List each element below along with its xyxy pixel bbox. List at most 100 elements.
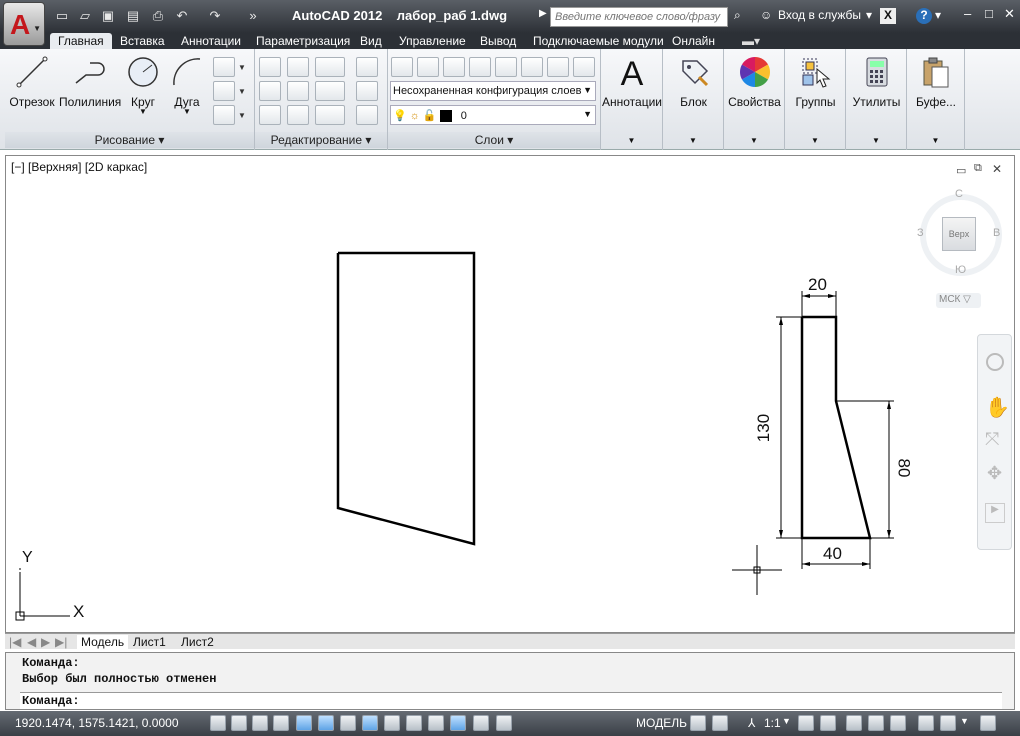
circle-button[interactable]: Круг ▼ (123, 55, 163, 116)
drawing-viewport[interactable]: [−] [Верхняя] [2D каркас] ▭ ⧉ ✕ 20 130 4… (5, 155, 1015, 633)
osnap-icon[interactable] (318, 715, 334, 731)
quick-view-layouts-icon[interactable] (690, 715, 706, 731)
steering-wheel-icon[interactable] (986, 353, 1004, 371)
tab-manage[interactable]: Управление (399, 33, 466, 49)
orbit-icon[interactable]: ✥ (987, 463, 1002, 484)
next-tab-icon[interactable]: ▶ (41, 635, 50, 649)
isolate-objects-icon[interactable] (918, 715, 934, 731)
tab-output[interactable]: Вывод (480, 33, 516, 49)
workspace-gear-icon[interactable] (846, 715, 862, 731)
minimize-icon[interactable]: – (964, 6, 971, 21)
command-input[interactable]: Команда: (20, 692, 1002, 709)
copy-icon[interactable] (259, 81, 281, 101)
model-space-toggle[interactable]: МОДЕЛЬ (636, 716, 687, 730)
stretch-icon[interactable] (259, 105, 281, 125)
layer-off-icon[interactable] (443, 57, 465, 77)
undo-icon[interactable]: ↶ (174, 8, 190, 24)
offset-icon[interactable] (356, 105, 378, 125)
viewcube-west[interactable]: З (917, 227, 924, 239)
hatch-icon[interactable] (213, 81, 235, 101)
chevron-down-icon[interactable]: ▼ (238, 87, 246, 96)
utilities-button[interactable]: Утилиты (846, 55, 907, 109)
tab-insert[interactable]: Вставка (120, 33, 165, 49)
tab-view[interactable]: Вид (360, 33, 382, 49)
dyn-icon[interactable] (406, 715, 422, 731)
chevron-down-icon[interactable]: ▼ (907, 136, 964, 145)
region-icon[interactable] (213, 105, 235, 125)
modify-panel-title[interactable]: Редактирование ▾ (255, 132, 387, 148)
chevron-down-icon[interactable]: ▼ (724, 136, 784, 145)
lightbulb-icon[interactable] (940, 715, 956, 731)
infer-constraints-icon[interactable] (210, 715, 226, 731)
draw-panel-title[interactable]: Рисование ▾ (5, 132, 254, 148)
clipboard-button[interactable]: Буфе... (907, 55, 965, 109)
layers-panel-title[interactable]: Слои ▾ (388, 132, 600, 148)
polyline-button[interactable]: Полилиния (59, 55, 121, 109)
chevron-down-icon[interactable]: ▼ (663, 136, 723, 145)
login-link[interactable]: Вход в службы (778, 8, 861, 22)
chevron-down-icon[interactable]: ▼ (123, 107, 163, 116)
chevron-down-icon[interactable]: ▼ (785, 136, 845, 145)
trim-icon[interactable] (315, 57, 345, 77)
arc-button[interactable]: Дуга ▼ (167, 55, 207, 116)
ribbon-minimize-icon[interactable]: ▬▾ (742, 33, 760, 49)
more-quick-access-icon[interactable]: » (245, 8, 261, 24)
lineweight-icon[interactable] (428, 715, 444, 731)
login-dropdown-icon[interactable]: ▾ (866, 8, 872, 22)
save-as-icon[interactable]: ▤ (125, 8, 141, 24)
tab-annotate[interactable]: Аннотации (181, 33, 241, 49)
search-input[interactable] (550, 7, 728, 27)
array-icon[interactable] (315, 105, 345, 125)
showmotion-icon[interactable]: ▶ (985, 503, 1005, 523)
mirror-icon[interactable] (287, 81, 309, 101)
tab-home[interactable]: Главная (50, 33, 112, 49)
fillet-icon[interactable] (315, 81, 345, 101)
open-folder-icon[interactable]: ▱ (77, 8, 93, 24)
grid-icon[interactable] (252, 715, 268, 731)
close-icon[interactable]: ✕ (1004, 6, 1015, 22)
quick-properties-icon[interactable] (473, 715, 489, 731)
coordinate-readout[interactable]: 1920.1474, 1575.1421, 0.0000 (15, 716, 179, 730)
3d-osnap-icon[interactable] (340, 715, 356, 731)
prev-tab-icon[interactable]: ◀ (27, 635, 36, 649)
tab-online[interactable]: Онлайн (672, 33, 715, 49)
user-icon[interactable]: ☺ (760, 8, 772, 22)
transparency-icon[interactable] (450, 715, 466, 731)
tab-model[interactable]: Модель (77, 635, 129, 649)
line-button[interactable]: Отрезок (9, 55, 55, 109)
tab-sheet2[interactable]: Лист2 (181, 635, 214, 649)
tab-plugins[interactable]: Подключаемые модули (533, 33, 664, 49)
last-tab-icon[interactable]: ▶| (55, 635, 67, 649)
chevron-down-icon[interactable]: ▼ (238, 111, 246, 120)
block-button[interactable]: Блок (663, 55, 724, 109)
polar-icon[interactable] (296, 715, 312, 731)
quick-view-drawings-icon[interactable] (712, 715, 728, 731)
layer-isolate-icon[interactable] (469, 57, 491, 77)
viewcube-south[interactable]: Ю (955, 264, 966, 276)
rotate-icon[interactable] (287, 57, 309, 77)
help-icon[interactable]: ? (916, 8, 932, 24)
chevron-down-icon[interactable]: ▼ (960, 716, 969, 726)
lock-ui-icon[interactable] (868, 715, 884, 731)
layer-state-icon[interactable] (417, 57, 439, 77)
expand-search-icon[interactable]: ▶ (539, 8, 547, 19)
annotation-visibility-icon[interactable] (798, 715, 814, 731)
erase-icon[interactable] (356, 57, 378, 77)
exchange-icon[interactable]: X (880, 8, 896, 24)
pan-icon[interactable]: ✋ (985, 395, 1010, 420)
tab-parametric[interactable]: Параметризация (256, 33, 350, 49)
chevron-down-icon[interactable]: ▼ (167, 107, 207, 116)
ortho-icon[interactable] (273, 715, 289, 731)
redo-icon[interactable]: ↷ (207, 8, 223, 24)
restore-icon[interactable]: □ (985, 6, 993, 21)
selection-cycling-icon[interactable] (496, 715, 512, 731)
chevron-down-icon[interactable]: ▼ (846, 136, 906, 145)
application-menu-button[interactable]: A ▼ (3, 2, 45, 46)
first-tab-icon[interactable]: |◀ (9, 635, 21, 649)
viewcube-east[interactable]: В (993, 227, 1000, 239)
new-file-icon[interactable]: ▭ (54, 8, 70, 24)
chevron-down-icon[interactable]: ▼ (782, 716, 791, 726)
layer-lock-icon[interactable] (521, 57, 543, 77)
layer-previous-icon[interactable] (573, 57, 595, 77)
hardware-acceleration-icon[interactable] (890, 715, 906, 731)
